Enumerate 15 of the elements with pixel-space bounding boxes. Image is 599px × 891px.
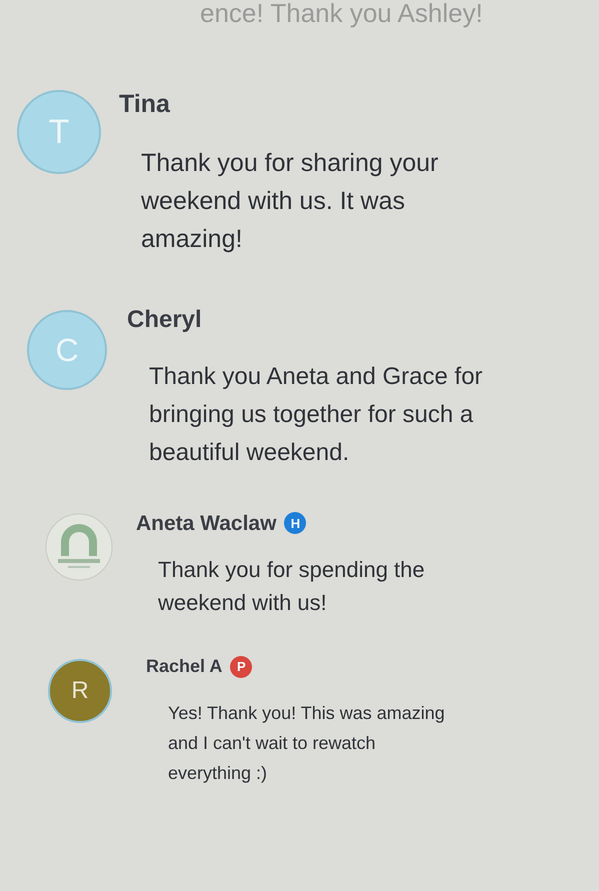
avatar: T — [17, 90, 101, 174]
avatar: R — [48, 659, 112, 723]
author-name[interactable]: Rachel A — [146, 653, 222, 680]
role-badge: H — [284, 512, 306, 534]
author-name[interactable]: Cheryl — [127, 302, 202, 338]
comment-text: Thank you Aneta and Grace for bringing us together for such a beautiful weekend. — [148, 362, 484, 468]
author-name[interactable]: Tina — [119, 86, 170, 124]
comment-text: Thank you for spending the weekend with us! — [157, 556, 426, 617]
avatar: C — [27, 310, 107, 390]
author-name[interactable]: Aneta Waclaw — [136, 508, 276, 539]
role-badge: P — [230, 656, 252, 678]
comment-text: ence! Thank you Ashley! — [199, 0, 484, 28]
comment-text: Thank you for sharing your weekend with us. It was amazing! — [140, 148, 440, 254]
arch-logo-icon — [44, 512, 114, 582]
comment-text: Yes! Thank you! This was amazing and I can't wait to rewatch everything :) — [167, 702, 446, 785]
